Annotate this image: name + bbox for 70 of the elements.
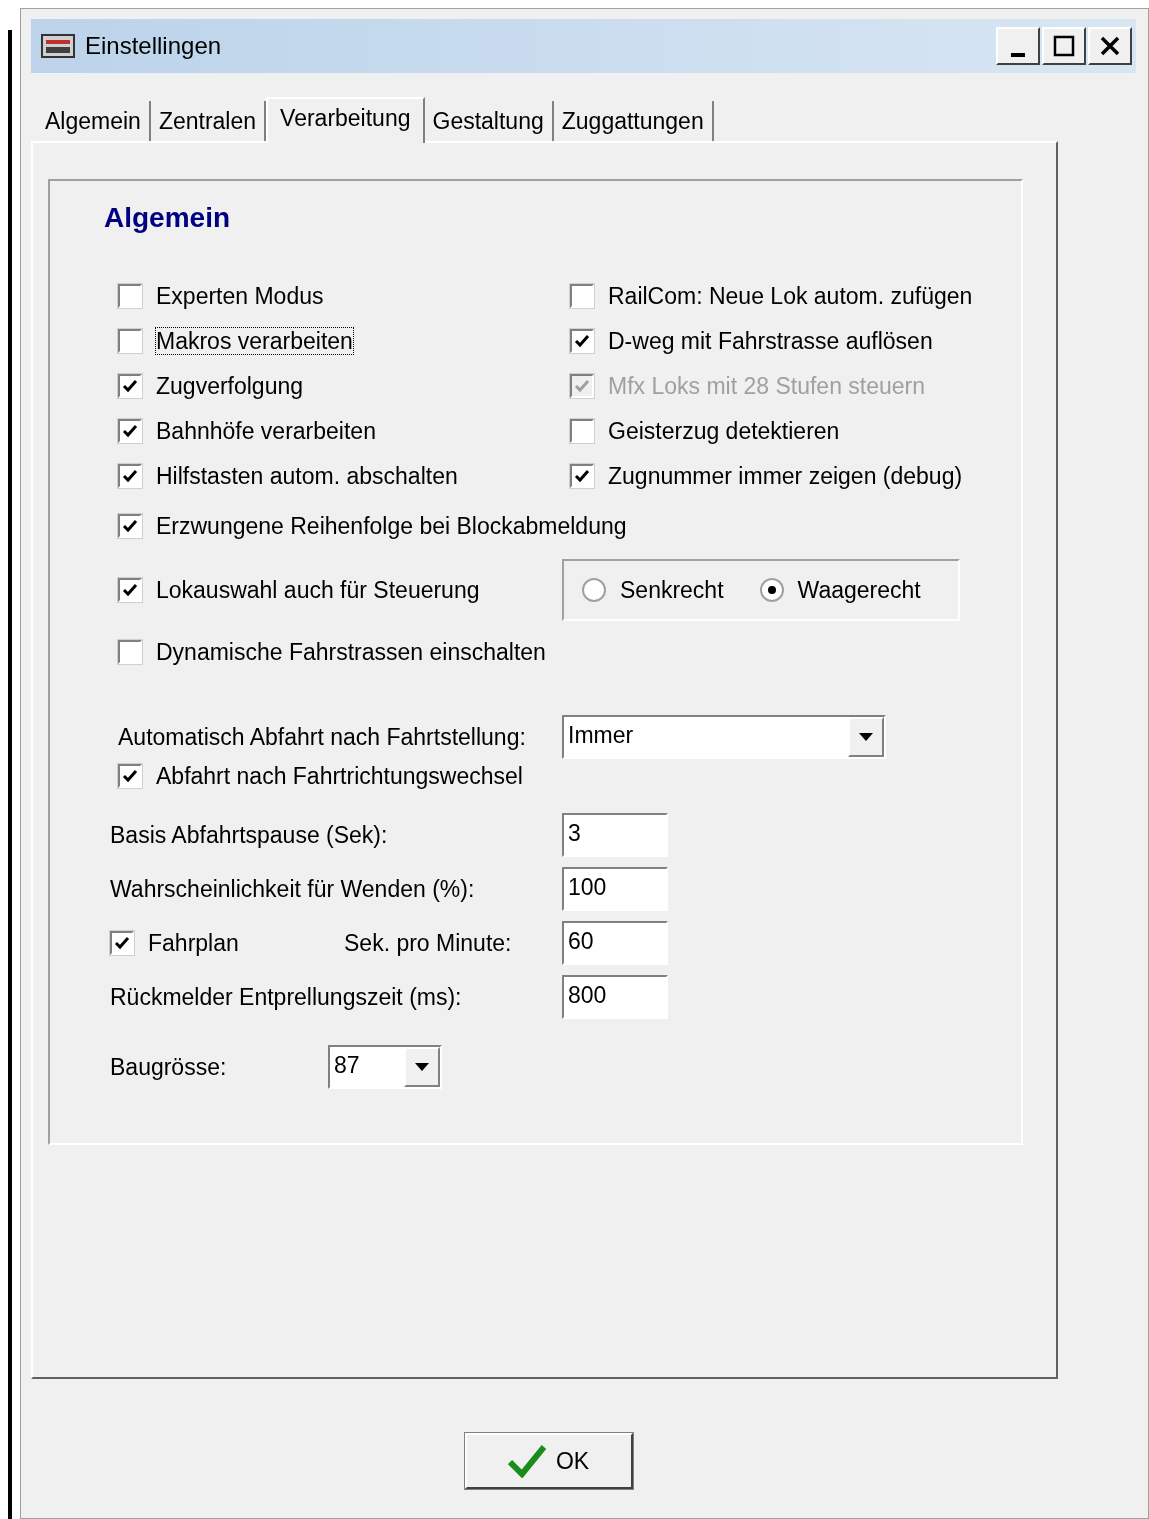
checkbox-label[interactable]: Zugverfolgung — [156, 373, 304, 399]
checkbox-label[interactable]: Zugnummer immer zeigen (debug) — [608, 463, 963, 489]
text-field[interactable]: 60 — [562, 921, 668, 965]
radio-button[interactable] — [759, 578, 784, 602]
checkbox[interactable] — [118, 640, 142, 664]
text-field[interactable]: 3 — [562, 813, 668, 857]
check-icon — [122, 378, 138, 394]
checkbox-label[interactable]: Bahnhöfe verarbeiten — [156, 418, 376, 444]
ok-button[interactable]: OK — [464, 1433, 633, 1489]
departure-dropdown[interactable]: Immer — [562, 715, 886, 759]
checkbox-label[interactable]: Fahrplan — [148, 930, 239, 956]
checkbox[interactable] — [570, 284, 594, 308]
maximize-icon — [1053, 35, 1075, 57]
field-label: Basis Abfahrtspause (Sek): — [110, 820, 389, 850]
checkbox[interactable] — [570, 464, 594, 488]
checkbox-label[interactable]: D-weg mit Fahrstrasse auflösen — [608, 328, 933, 354]
field-label: Automatisch Abfahrt nach Fahrtstellung: — [118, 722, 527, 752]
radio-label[interactable]: Senkrecht — [620, 572, 724, 608]
checkbox-label[interactable]: Hilfstasten autom. abschalten — [156, 463, 458, 489]
checkbox[interactable] — [110, 931, 134, 955]
group-title: Algemein — [104, 201, 232, 235]
check-icon — [122, 423, 138, 439]
maximize-button[interactable] — [1042, 27, 1086, 65]
checkbox-label[interactable]: Dynamische Fahrstrassen einschalten — [156, 639, 546, 665]
check-icon — [122, 582, 138, 598]
checkbox[interactable] — [118, 419, 142, 443]
dropdown-button[interactable] — [404, 1047, 440, 1087]
field-label: Sek. pro Minute: — [344, 928, 512, 958]
field-label: Baugrösse: — [110, 1052, 228, 1082]
field-label: Rückmelder Entprellungszeit (ms): — [110, 982, 463, 1012]
check-icon — [122, 518, 138, 534]
scale-dropdown[interactable]: 87 — [328, 1045, 442, 1089]
radio-label[interactable]: Waagerecht — [797, 572, 921, 608]
close-button[interactable] — [1088, 27, 1132, 65]
checkbox-label[interactable]: Erzwungene Reihenfolge bei Blockabmeldung — [156, 513, 627, 539]
checkbox[interactable] — [118, 284, 142, 308]
checkbox-label[interactable]: Geisterzug detektieren — [608, 418, 840, 444]
field-label: Wahrscheinlichkeit für Wenden (%): — [110, 874, 476, 904]
text-field[interactable]: 800 — [562, 975, 668, 1019]
checkbox-label[interactable]: Lokauswahl auch für Steuerung — [156, 577, 480, 603]
caret-icon — [415, 1063, 429, 1071]
text-field[interactable]: 100 — [562, 867, 668, 911]
checkbox[interactable] — [570, 329, 594, 353]
checkbox[interactable] — [118, 514, 142, 538]
check-icon — [507, 1444, 546, 1478]
app-icon — [41, 33, 75, 59]
check-icon — [122, 768, 138, 784]
checkbox[interactable] — [118, 578, 142, 602]
checkbox-label[interactable]: Abfahrt nach Fahrtrichtungswechsel — [156, 763, 523, 789]
checkbox-label[interactable]: RailCom: Neue Lok autom. zufügen — [608, 283, 973, 309]
check-icon — [574, 333, 590, 349]
checkbox[interactable] — [118, 764, 142, 788]
radio-button[interactable] — [582, 578, 606, 602]
check-icon — [114, 935, 130, 951]
caret-icon — [859, 733, 873, 741]
minimize-button[interactable] — [996, 27, 1040, 65]
checkbox-label[interactable]: Experten Modus — [156, 283, 324, 309]
checkbox-label[interactable]: Makros verarbeiten — [156, 328, 353, 354]
checkbox[interactable] — [118, 464, 142, 488]
checkbox[interactable] — [118, 329, 142, 353]
window-title: Einstellingen — [85, 31, 222, 61]
checkbox[interactable] — [118, 374, 142, 398]
minimize-icon — [1011, 53, 1025, 57]
check-icon — [122, 468, 138, 484]
check-icon — [574, 468, 590, 484]
close-icon — [1099, 35, 1121, 57]
checkbox[interactable] — [570, 419, 594, 443]
check-icon — [574, 378, 590, 394]
tab[interactable]: Verarbeitung — [266, 97, 425, 143]
dropdown-button[interactable] — [848, 717, 884, 757]
